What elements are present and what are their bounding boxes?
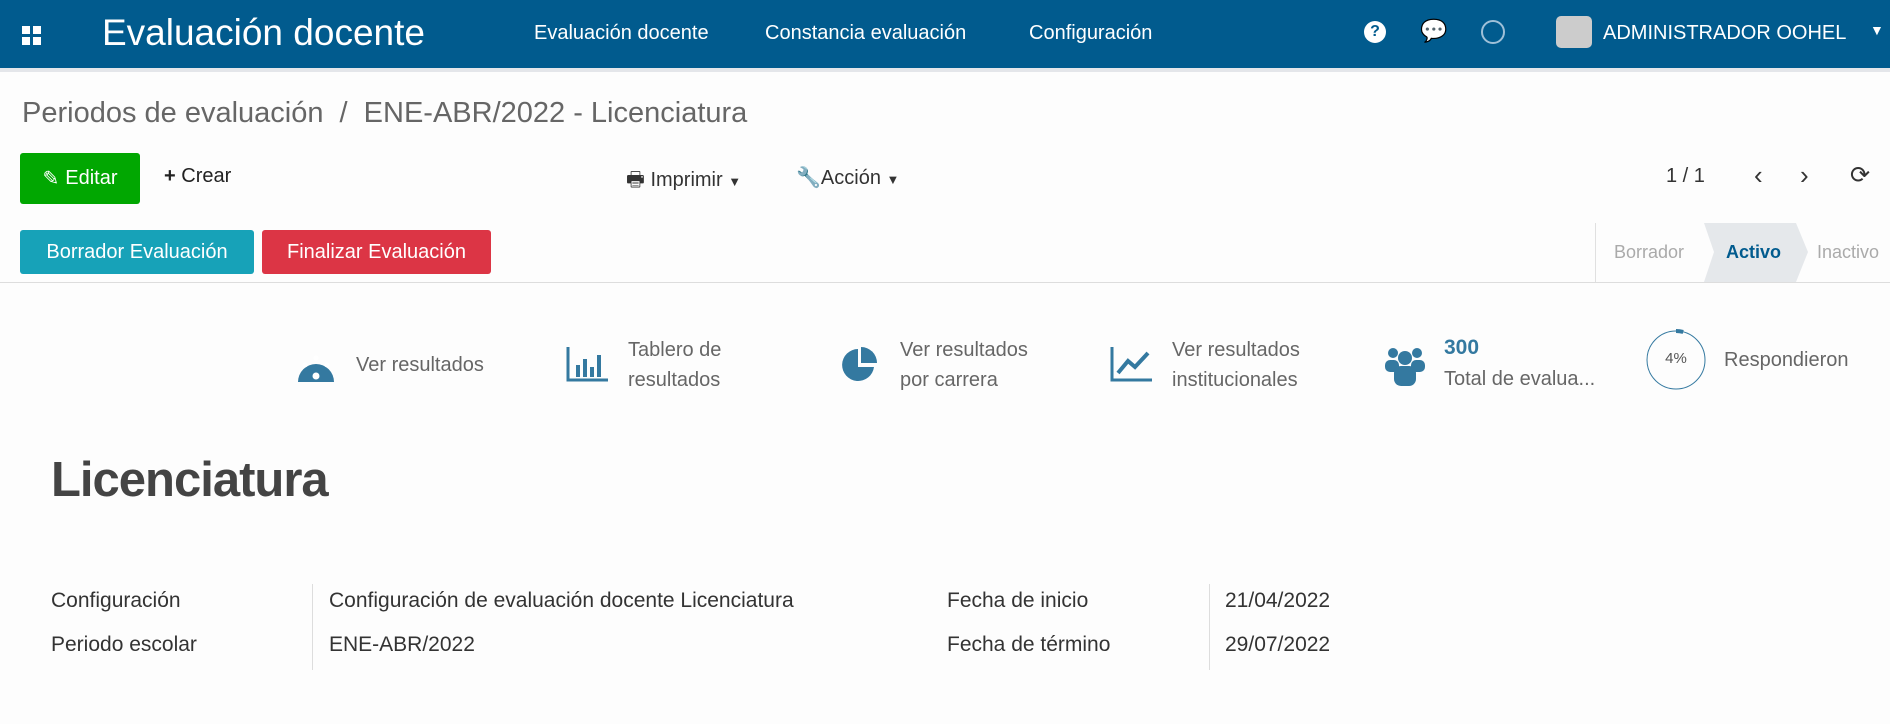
top-navbar: Evaluación docente Evaluación docente Co…: [0, 0, 1890, 72]
clock-icon[interactable]: [1481, 20, 1505, 44]
stat-label: Total de evalua...: [1444, 368, 1596, 390]
menu-configuracion[interactable]: Configuración: [1029, 22, 1152, 45]
field-separator: [312, 584, 313, 670]
avatar[interactable]: [1556, 16, 1592, 48]
dashboard-gauge-icon: [298, 355, 334, 382]
previous-icon[interactable]: ‹: [1754, 160, 1763, 191]
chat-icon[interactable]: 💬: [1420, 18, 1447, 44]
stat-label: Ver resultados institucionales: [1172, 339, 1300, 391]
caret-down-icon[interactable]: ▼: [1870, 22, 1884, 38]
menu-constancia-evaluacion[interactable]: Constancia evaluación: [765, 22, 966, 45]
draft-evaluation-button[interactable]: Borrador Evaluación: [20, 230, 254, 274]
end-date-value: 29/07/2022: [1225, 633, 1331, 656]
config-label: Configuración: [51, 589, 181, 612]
stat-label: Ver resultados: [356, 354, 484, 376]
caret-down-icon: ▼: [886, 172, 900, 187]
bar-chart-icon: [566, 347, 608, 382]
line-chart-icon: [1110, 347, 1152, 382]
breadcrumb-separator: /: [339, 97, 348, 129]
breadcrumb: Periodos de evaluación / ENE-ABR/2022 - …: [22, 97, 747, 130]
pager-value[interactable]: 1 / 1: [1666, 165, 1705, 188]
edit-label: Editar: [65, 167, 118, 189]
edit-button[interactable]: ✎ Editar: [20, 153, 140, 204]
field-separator: [1209, 584, 1210, 670]
wrench-icon: 🔧: [796, 167, 821, 189]
refresh-icon[interactable]: ⟳: [1850, 161, 1870, 190]
status-activo[interactable]: Activo: [1726, 242, 1781, 263]
start-date-value: 21/04/2022: [1225, 589, 1331, 612]
period-value[interactable]: ENE-ABR/2022: [329, 633, 475, 657]
statusbar-divider: [1595, 223, 1596, 282]
next-icon[interactable]: ›: [1800, 160, 1809, 191]
stat-label: Tablero de resultados: [628, 339, 722, 391]
app-title: Evaluación docente: [102, 12, 425, 53]
menu-evaluacion-docente[interactable]: Evaluación docente: [534, 22, 709, 45]
apps-grid-icon[interactable]: [22, 26, 42, 46]
config-value[interactable]: Configuración de evaluación docente Lice…: [329, 589, 794, 613]
printer-icon: 🖶: [626, 169, 651, 191]
status-inactivo[interactable]: Inactivo: [1817, 242, 1879, 263]
print-dropdown[interactable]: 🖶 Imprimir ▼: [626, 165, 741, 199]
end-date-label: Fecha de término: [947, 633, 1111, 656]
record-title: Licenciatura: [51, 453, 329, 507]
action-label: Acción: [820, 167, 881, 189]
caret-down-icon: ▼: [728, 174, 742, 189]
plus-icon: +: [164, 165, 182, 187]
breadcrumb-parent[interactable]: Periodos de evaluación: [22, 97, 323, 129]
stat-label: Respondieron: [1724, 349, 1849, 371]
start-date-label: Fecha de inicio: [947, 589, 1089, 612]
period-label: Periodo escolar: [51, 633, 197, 656]
create-label: Crear: [181, 165, 232, 187]
pencil-icon: ✎: [42, 168, 60, 190]
print-label: Imprimir: [650, 169, 723, 191]
finish-evaluation-button[interactable]: Finalizar Evaluación: [262, 230, 491, 274]
create-button[interactable]: + Crear: [164, 165, 231, 188]
status-borrador[interactable]: Borrador: [1614, 242, 1684, 263]
action-dropdown[interactable]: 🔧Acción ▼: [796, 165, 899, 190]
breadcrumb-current: ENE-ABR/2022 - Licenciatura: [363, 97, 748, 129]
stat-label: Ver resultados por carrera: [900, 339, 1028, 391]
stat-value: 300: [1444, 336, 1480, 359]
user-menu[interactable]: ADMINISTRADOR OOHEL: [1603, 22, 1846, 45]
header-divider: [0, 282, 1890, 283]
percent-value: 4%: [1665, 350, 1687, 367]
pie-chart-icon: [842, 347, 877, 381]
users-icon: [1385, 348, 1425, 386]
help-icon[interactable]: ?: [1364, 21, 1386, 43]
